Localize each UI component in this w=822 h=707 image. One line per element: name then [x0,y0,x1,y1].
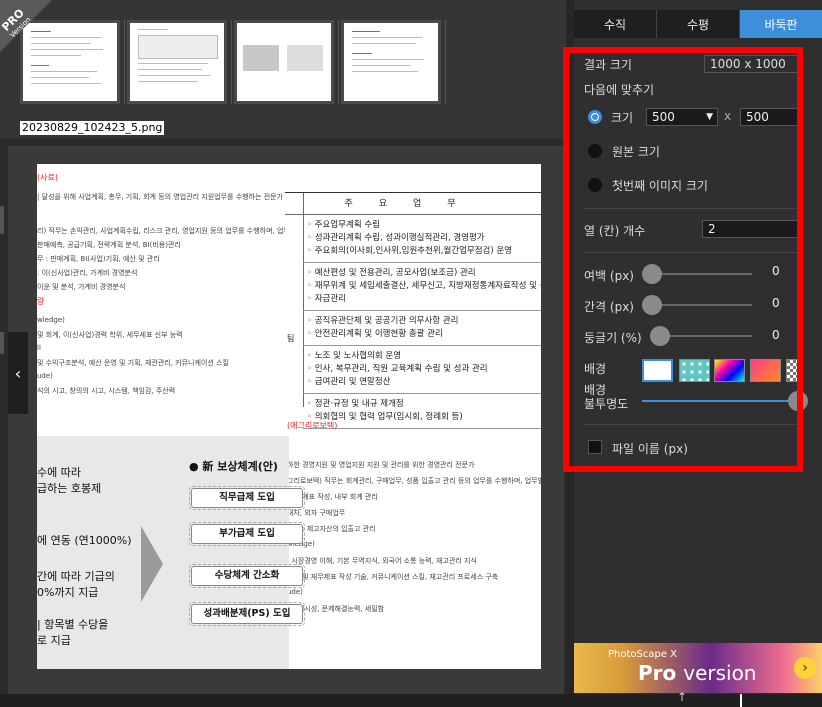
highlight-box [563,47,803,472]
layout-tabs: 수직 수평 바둑판 [574,10,822,38]
diagram-left-line: 0%까지 지급 [37,586,99,599]
doc-left-line: 석의 시고, 창의의 시고, 시스템, 책임감, 주산력 [37,387,176,395]
doc-left-line: 리) 직무는 손익관리, 사업계획수립, 리스크 관리, 영업지원 등의 업무를… [37,227,285,235]
doc-right-line: 내자, 외자 구매업무 [287,509,346,517]
table-cell: ◦ 재무위계 및 세입세출결산, 세무신고, 지방재정통계자료작성 및 공 [307,281,541,291]
doc-left-line: 및 수익구조분석, 예산 운영 및 기획, 재관관리, 커뮤니케이션 스킬 [37,359,229,367]
table-cell: ◦ 안전관리계획 및 이행현황 총괄 관리 [307,329,443,339]
diagram-left-line: 간에 따라 기급의 [37,570,115,583]
arrow-right-icon [141,526,163,602]
diagram-left-line: 수에 따라 [37,466,81,479]
doc-left-line: | 달성을 위해 사업계획, 총무, 기획, 회계 등의 영업관리 지원업무를 … [37,193,284,201]
selected-filename: 20230829_102423_5.png [20,121,165,135]
table-header: 주요업무 [285,193,541,215]
table-row: ◦ 노조 및 노사협의회 운영 ◦ 인사, 복무관리, 직원 교육계획 수립 및 … [303,346,541,394]
doc-right-line: 그리로보텍) 직무는 회계관리, 구매업무, 성품 입출고 관리 등의 업무를 … [287,477,541,485]
table-cell: ◦ 급여관리 및 연말정산 [307,377,391,387]
doc-left-line: 무 : 판매계획, BI(사업)기획, 예산 및 관리 [37,255,160,263]
thumbnail-strip: PRO Version 20230829_102423_5.png [0,0,566,138]
doc-right-line: 하한 경영지원 및 영업지원 지원 및 관리를 위한 경영관리 전문가 [287,461,475,469]
chevron-right-icon[interactable]: › [794,657,816,679]
table-cell: ◦ 예산편성 및 전용관리, 공모사업(보조금) 관리 [307,268,476,278]
diagram-left-line: 로 지급 [37,634,71,647]
doc-left-line: 량 [37,297,45,306]
doc-right-line: 관리 : 제고자산의 입출고 관리 [287,525,376,533]
table-cell: ◦ 자금관리 [307,294,346,304]
combined-preview-page: (사료) | 달성을 위해 사업계획, 총무, 기획, 회계 등의 영업관리 지원… [37,164,541,669]
doc-left-line: 이윤 및 분석, 가계비 경영분석 [37,283,126,291]
compensation-pill: 직무급제 도입 [191,488,303,508]
compensation-pill: 부가급제 도입 [191,524,303,544]
diagram-left-line: 에 연동 (연1000%) [37,534,132,547]
thumbnail-4[interactable] [341,20,441,104]
ad-brand: PhotoScape X [608,649,678,660]
table-side-label: 팀 [287,334,295,343]
diagram-title: ● 新 보상체계(안) [189,460,278,473]
table-row: ◦ 공직유관단체 및 공공기관 의무사항 관리 ◦ 안전관리계획 및 이행현황 총… [303,311,541,346]
ad-pro-text: Pro version [638,661,757,685]
left-edge-mark [0,332,4,354]
compensation-diagram: 수에 따라급하는 호봉제에 연동 (연1000%) 간에 따라 기급의 0%까지 지… [37,436,305,669]
doc-left-line: wledge) [37,316,65,324]
ad-version-word: version [683,661,757,685]
doc-right-line: 결산 및 재무제표 작성 기술, 커뮤니케이션 스킬, 재고관리 프로세스 구축 [287,573,499,581]
doc-right-line: ude) [287,588,303,596]
table-cell: ◦ 공직유관단체 및 공공기관 의무사항 관리 [307,316,459,326]
thumbnail-3[interactable] [234,20,334,104]
doc-task-table: 주요업무 ◦ 주요업무계획 수립 ◦ 성과관리계획 수립, 성과이행실적관리, 경… [285,192,541,429]
doc-left-line: ll [37,344,41,352]
table-cell: ◦ 성과관리계획 수립, 성과이행실적관리, 경영평가 [307,233,485,243]
compensation-pill: 수당체계 간소화 [191,566,303,586]
tab-vertical[interactable]: 수직 [574,10,657,38]
ad-pro-word: Pro [638,661,677,685]
table-cell: ◦ 주요회의(이사회,인사위,임원추천위,월간업무점검) 운영 [307,246,513,256]
table-cell: ◦ 주요업무계획 수립 [307,220,380,230]
doc-right-line: (애그리로보텍) [287,421,338,430]
thumbnail-2[interactable] [127,20,227,104]
diagram-left-line: | 항목별 수당을 [37,618,109,631]
left-edge-mark [0,206,4,234]
doc-right-line: wledge) [287,540,315,548]
doc-right-line: 성, 직시성, 문제해결능력, 세밀함 [287,605,385,613]
table-cell: ◦ 노조 및 노사협의회 운영 [307,351,402,361]
diagram-left-line: 급하는 호봉제 [37,482,102,495]
toolbar-divider [740,694,742,707]
tab-grid[interactable]: 바둑판 [740,10,822,38]
doc-left-line: 판매예측, 공급기획, 전략계획 분석, BI(비용)관리 [37,241,181,249]
doc-right-line: /세금계표 작성, 내부 회계 관리 [287,493,378,501]
tab-horizontal[interactable]: 수평 [657,10,740,38]
arrow-up-icon[interactable]: ↑ [677,690,687,704]
table-row: ◦ 주요업무계획 수립 ◦ 성과관리계획 수립, 성과이행실적관리, 경영평가 ◦ … [303,215,541,263]
doc-right-line: , 시장경영 이해, 기본 무역지식, 외국어 소통 능력, 재고관리 지식 [287,557,477,565]
table-cell: ◦ 인사, 복무관리, 직원 교육계획 수립 및 성과 관리 [307,364,488,374]
photoscape-combine-window: PRO Version 20230829_102423_5.png ‹ (사료)… [0,0,822,707]
chevron-left-icon[interactable]: ‹ [8,332,28,414]
table-row: ◦ 예산편성 및 전용관리, 공모사업(보조금) 관리 ◦ 재무위계 및 세입세출… [303,263,541,311]
pro-version-banner[interactable]: PhotoScape X Pro version › [574,643,822,693]
doc-left-line: ude) [37,372,53,380]
doc-left-line: (사료) [37,173,58,182]
table-cell: ◦ 정관·규정 및 내규 제개정 [307,399,404,409]
compensation-pill: 성과배분제(PS) 도입 [191,604,303,624]
doc-left-line: : 이(신사업)관리, 가계비 경영분석 [37,269,138,277]
bottom-toolbar: ↑ [0,690,822,707]
doc-left-line: 및 회계, 이(신사업)경력 학위, 세무세표 신부 능력 [37,331,183,339]
